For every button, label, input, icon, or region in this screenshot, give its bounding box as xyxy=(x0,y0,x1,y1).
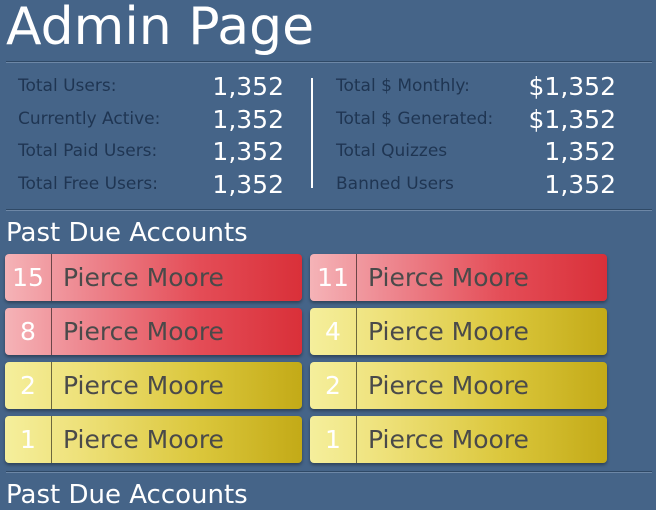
past-due-account-card[interactable]: 2 Pierce Moore xyxy=(5,362,302,409)
stat-row-total-free-users: Total Free Users: 1,352 xyxy=(18,170,284,203)
days-overdue-count: 8 xyxy=(5,308,52,355)
past-due-account-card[interactable]: 1 Pierce Moore xyxy=(5,416,302,463)
divider xyxy=(6,471,652,473)
stat-label: Total $ Generated: xyxy=(336,108,494,129)
stats-panel: Total Users: 1,352 Currently Active: 1,3… xyxy=(0,72,656,202)
past-due-account-card[interactable]: 15 Pierce Moore xyxy=(5,254,302,301)
stat-row-currently-active: Currently Active: 1,352 xyxy=(18,105,284,138)
stat-row-total-generated: Total $ Generated: $1,352 xyxy=(336,105,616,138)
days-overdue-count: 15 xyxy=(5,254,52,301)
stat-value: 1,352 xyxy=(212,72,284,101)
section-title-past-due-2: Past Due Accounts xyxy=(6,480,248,510)
days-overdue-count: 11 xyxy=(310,254,357,301)
divider xyxy=(6,209,652,211)
stat-value: 1,352 xyxy=(544,137,616,166)
days-overdue-count: 1 xyxy=(5,416,52,463)
account-name: Pierce Moore xyxy=(368,263,529,292)
stat-value: 1,352 xyxy=(544,169,616,199)
stat-row-banned-users: Banned Users 1,352 xyxy=(336,170,616,203)
days-overdue-count: 4 xyxy=(310,308,357,355)
page-title: Admin Page xyxy=(6,0,315,57)
section-title-past-due: Past Due Accounts xyxy=(6,218,248,248)
days-overdue-count: 2 xyxy=(310,362,357,409)
account-name: Pierce Moore xyxy=(368,425,529,454)
stat-row-total-quizzes: Total Quizzes 1,352 xyxy=(336,137,616,170)
days-overdue-count: 1 xyxy=(310,416,357,463)
stat-label: Banned Users xyxy=(336,173,454,194)
stat-value: 1,352 xyxy=(212,169,284,199)
stat-value: $1,352 xyxy=(528,104,616,134)
past-due-account-card[interactable]: 8 Pierce Moore xyxy=(5,308,302,355)
account-name: Pierce Moore xyxy=(368,371,529,400)
account-name: Pierce Moore xyxy=(63,317,224,346)
stat-label: Total Quizzes xyxy=(336,141,448,161)
stat-value: $1,352 xyxy=(528,72,616,101)
stat-row-total-monthly: Total $ Monthly: $1,352 xyxy=(336,72,616,105)
past-due-account-card[interactable]: 11 Pierce Moore xyxy=(310,254,607,301)
stat-row-total-paid-users: Total Paid Users: 1,352 xyxy=(18,137,284,170)
account-name: Pierce Moore xyxy=(368,317,529,346)
past-due-account-card[interactable]: 1 Pierce Moore xyxy=(310,416,607,463)
stat-label: Total Free Users: xyxy=(18,173,158,194)
stat-label: Total Paid Users: xyxy=(18,141,158,161)
account-name: Pierce Moore xyxy=(63,371,224,400)
past-due-account-card[interactable]: 2 Pierce Moore xyxy=(310,362,607,409)
stat-label: Total $ Monthly: xyxy=(336,76,470,96)
stats-column-right: Total $ Monthly: $1,352 Total $ Generate… xyxy=(336,72,616,202)
stats-column-left: Total Users: 1,352 Currently Active: 1,3… xyxy=(18,72,284,202)
days-overdue-count: 2 xyxy=(5,362,52,409)
stat-value: 1,352 xyxy=(212,104,284,134)
stat-row-total-users: Total Users: 1,352 xyxy=(18,72,284,105)
divider xyxy=(6,61,652,63)
account-name: Pierce Moore xyxy=(63,263,224,292)
account-name: Pierce Moore xyxy=(63,425,224,454)
stat-label: Total Users: xyxy=(18,76,117,96)
past-due-account-card[interactable]: 4 Pierce Moore xyxy=(310,308,607,355)
stat-value: 1,352 xyxy=(212,137,284,166)
stat-label: Currently Active: xyxy=(18,108,161,129)
stats-divider xyxy=(311,78,313,188)
